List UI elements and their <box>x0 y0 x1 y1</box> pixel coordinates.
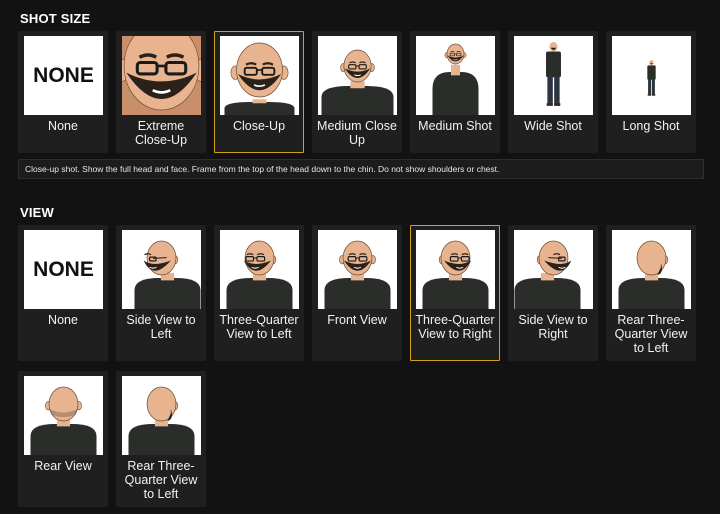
option-label: Three-Quarter View to Right <box>415 313 495 341</box>
option-label: Rear Three-Quarter View to Left <box>614 313 688 355</box>
view-title: VIEW <box>20 205 55 220</box>
view-option-rear-three-quarter-left-alt[interactable]: Rear Three-Quarter View to Left <box>116 371 206 507</box>
shot-size-option-long-shot[interactable]: Long Shot <box>606 31 696 153</box>
svg-text:NONE: NONE <box>33 258 94 281</box>
rear-three-quarter-left-thumbnail <box>612 230 691 309</box>
long-shot-thumbnail <box>612 36 691 115</box>
close-up-illustration <box>220 36 299 115</box>
none-thumbnail: NONE <box>24 36 103 115</box>
view-option-three-quarter-right[interactable]: Three-Quarter View to Right <box>410 225 500 361</box>
three-quarter-left-thumbnail <box>220 230 299 309</box>
option-label: Rear Three-Quarter View to Left <box>124 459 198 501</box>
tq-right-illustration <box>416 230 495 309</box>
long-shot-illustration <box>612 36 691 115</box>
option-label: None <box>48 119 78 133</box>
option-label: Wide Shot <box>524 119 582 133</box>
shot-size-option-none[interactable]: NONE None <box>18 31 108 153</box>
option-label: Long Shot <box>622 119 680 133</box>
side-view-left-thumbnail <box>122 230 201 309</box>
rear-three-quarter-left-thumbnail <box>122 376 201 455</box>
view-option-side-view-right[interactable]: Side View to Right <box>508 225 598 361</box>
shot-size-option-close-up[interactable]: Close-Up <box>214 31 304 153</box>
extreme-close-up-illustration <box>122 36 201 115</box>
close-up-thumbnail <box>220 36 299 115</box>
option-label: Rear View <box>34 459 92 473</box>
option-label: Side View to Left <box>126 313 196 341</box>
extreme-close-up-thumbnail <box>122 36 201 115</box>
rear-tq-left-illustration <box>612 230 691 309</box>
tq-left-illustration <box>220 230 299 309</box>
view-option-side-view-left[interactable]: Side View to Left <box>116 225 206 361</box>
shot-size-option-medium-shot[interactable]: Medium Shot <box>410 31 500 153</box>
view-option-rear-three-quarter-left[interactable]: Rear Three-Quarter View to Left <box>606 225 696 361</box>
none-thumbnail: NONE <box>24 230 103 309</box>
side-view-right-thumbnail <box>514 230 593 309</box>
shot-size-option-wide-shot[interactable]: Wide Shot <box>508 31 598 153</box>
rear-view-thumbnail <box>24 376 103 455</box>
shot-size-option-extreme-close-up[interactable]: Extreme Close-Up <box>116 31 206 153</box>
option-label: Side View to Right <box>518 313 588 341</box>
rear-tq-left-2-illustration <box>122 376 201 455</box>
option-label: Close-Up <box>232 119 286 133</box>
shot-size-title: SHOT SIZE <box>20 11 91 26</box>
none-illustration: NONE <box>24 36 103 115</box>
medium-close-up-thumbnail <box>318 36 397 115</box>
view-option-rear-view[interactable]: Rear View <box>18 371 108 507</box>
side-left-illustration <box>122 230 201 309</box>
front-illustration <box>318 230 397 309</box>
option-label: Medium Close Up <box>317 119 397 147</box>
wide-shot-thumbnail <box>514 36 593 115</box>
view-option-three-quarter-left[interactable]: Three-Quarter View to Left <box>214 225 304 361</box>
option-label: None <box>48 313 78 327</box>
option-label: Front View <box>327 313 387 327</box>
medium-shot-illustration <box>416 36 495 115</box>
medium-close-up-illustration <box>318 36 397 115</box>
rear-illustration <box>24 376 103 455</box>
medium-shot-thumbnail <box>416 36 495 115</box>
front-view-thumbnail <box>318 230 397 309</box>
shot-size-option-medium-close-up[interactable]: Medium Close Up <box>312 31 402 153</box>
option-label: Medium Shot <box>418 119 492 133</box>
three-quarter-right-thumbnail <box>416 230 495 309</box>
option-label: Three-Quarter View to Left <box>219 313 299 341</box>
none-illustration: NONE <box>24 230 103 309</box>
wide-shot-illustration <box>514 36 593 115</box>
shot-size-description: Close-up shot. Show the full head and fa… <box>18 159 704 179</box>
svg-text:NONE: NONE <box>33 64 94 87</box>
side-right-illustration <box>514 230 593 309</box>
view-option-front-view[interactable]: Front View <box>312 225 402 361</box>
option-label: Extreme Close-Up <box>134 119 188 147</box>
view-option-none[interactable]: NONE None <box>18 225 108 361</box>
